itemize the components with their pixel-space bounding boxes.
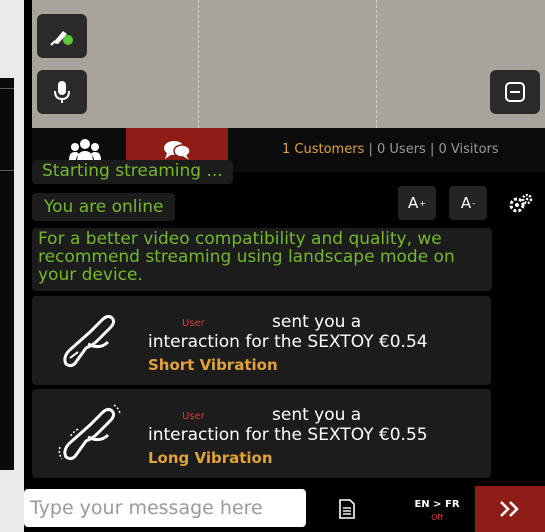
sent-text: sent you a bbox=[272, 312, 362, 332]
separator: | bbox=[368, 142, 373, 157]
message-input[interactable] bbox=[24, 489, 306, 527]
vibration-type: Short Vibration bbox=[148, 356, 278, 374]
font-increase-sup: + bbox=[419, 198, 426, 208]
audience-stats: 1 Customers | 0 Users | 0 Visitors bbox=[282, 128, 499, 172]
user-label: User bbox=[182, 318, 205, 329]
microphone-button[interactable] bbox=[37, 70, 87, 114]
landscape-notice: For a better video compatibility and qua… bbox=[32, 228, 492, 291]
interaction-text: interaction for the SEXTOY €0.55 bbox=[148, 425, 428, 445]
system-message: Starting streaming ... bbox=[32, 160, 233, 184]
chat-area: Starting streaming ... You are online A +… bbox=[24, 160, 545, 486]
user-label: User bbox=[182, 411, 205, 422]
users-count: 0 Users bbox=[377, 142, 426, 157]
interaction-card: User sent you a interaction for the SEXT… bbox=[32, 296, 491, 385]
toy-vibrating-icon bbox=[58, 404, 121, 461]
minimize-button[interactable] bbox=[490, 70, 540, 114]
divider bbox=[0, 88, 14, 89]
interaction-text: interaction for the SEXTOY €0.54 bbox=[148, 332, 428, 352]
video-guide-line bbox=[376, 0, 377, 128]
camera-off-icon bbox=[50, 31, 73, 46]
sent-text: sent you a bbox=[272, 405, 362, 425]
minimize-icon bbox=[505, 82, 525, 102]
send-button[interactable] bbox=[475, 486, 545, 532]
online-status-message: You are online bbox=[32, 193, 176, 221]
customers-count: 1 Customers bbox=[282, 142, 365, 157]
font-decrease-label: A bbox=[460, 194, 472, 212]
streaming-panel: 1 Customers | 0 Users | 0 Visitors Start… bbox=[24, 0, 545, 532]
chat-icon bbox=[164, 141, 191, 160]
font-decrease-button[interactable]: A- bbox=[449, 186, 487, 220]
translation-toggle[interactable]: EN > FR Off bbox=[402, 486, 472, 532]
toggle-camera-button[interactable] bbox=[37, 14, 87, 58]
microphone-icon bbox=[54, 81, 70, 103]
double-chevron-right-icon bbox=[500, 501, 519, 517]
font-increase-label: A bbox=[408, 194, 419, 212]
message-bar: EN > FR Off bbox=[24, 486, 545, 532]
document-icon bbox=[339, 499, 355, 519]
document-button[interactable] bbox=[324, 486, 370, 532]
interaction-card: User sent you a interaction for the SEXT… bbox=[32, 389, 491, 478]
language-pair: EN > FR bbox=[414, 499, 460, 510]
toy-icon bbox=[63, 314, 116, 368]
video-preview bbox=[32, 0, 545, 128]
separator: | bbox=[429, 142, 435, 157]
users-icon bbox=[69, 139, 101, 162]
font-increase-button[interactable]: A + bbox=[398, 186, 436, 220]
background-panel bbox=[0, 78, 14, 470]
font-decrease-sup: - bbox=[472, 198, 476, 208]
divider bbox=[0, 170, 14, 171]
gears-icon bbox=[509, 193, 533, 213]
visitors-count: 0 Visitors bbox=[438, 142, 499, 157]
vibration-type: Long Vibration bbox=[148, 449, 273, 467]
video-guide-line bbox=[198, 0, 199, 128]
translation-status: Off bbox=[431, 513, 443, 522]
settings-button[interactable] bbox=[502, 186, 540, 220]
